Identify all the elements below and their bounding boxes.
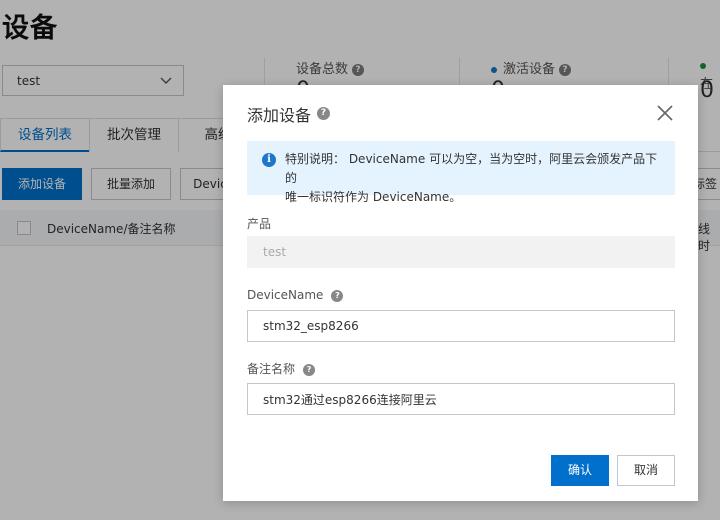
help-icon[interactable]: ? bbox=[317, 107, 330, 120]
remark-label-text: 备注名称 bbox=[247, 362, 296, 376]
help-icon[interactable]: ? bbox=[303, 363, 316, 376]
remark-input[interactable] bbox=[247, 383, 675, 415]
help-icon[interactable]: ? bbox=[331, 289, 344, 302]
devicename-label-text: DeviceName bbox=[247, 288, 324, 302]
dialog-title: 添加设备 bbox=[247, 106, 312, 125]
confirm-button[interactable]: 确认 bbox=[551, 455, 609, 486]
cancel-button[interactable]: 取消 bbox=[617, 455, 675, 486]
devicename-input[interactable] bbox=[247, 310, 675, 342]
devicename-label: DeviceName? bbox=[247, 288, 344, 302]
notice-line-2: 唯一标识符作为 DeviceName。 bbox=[285, 190, 462, 204]
notice-box: i 特别说明： DeviceName 可以为空，当为空时，阿里云会颁发产品下的 … bbox=[247, 141, 675, 204]
product-field bbox=[247, 236, 675, 268]
notice-line-1: 特别说明： DeviceName 可以为空，当为空时，阿里云会颁发产品下的 bbox=[285, 152, 658, 185]
info-icon: i bbox=[262, 153, 276, 167]
product-label: 产品 bbox=[247, 217, 272, 231]
add-device-dialog: 添加设备 ? i 特别说明： DeviceName 可以为空，当为空时，阿里云会… bbox=[223, 85, 698, 501]
remark-label: 备注名称? bbox=[247, 360, 316, 377]
close-icon[interactable] bbox=[655, 103, 675, 123]
